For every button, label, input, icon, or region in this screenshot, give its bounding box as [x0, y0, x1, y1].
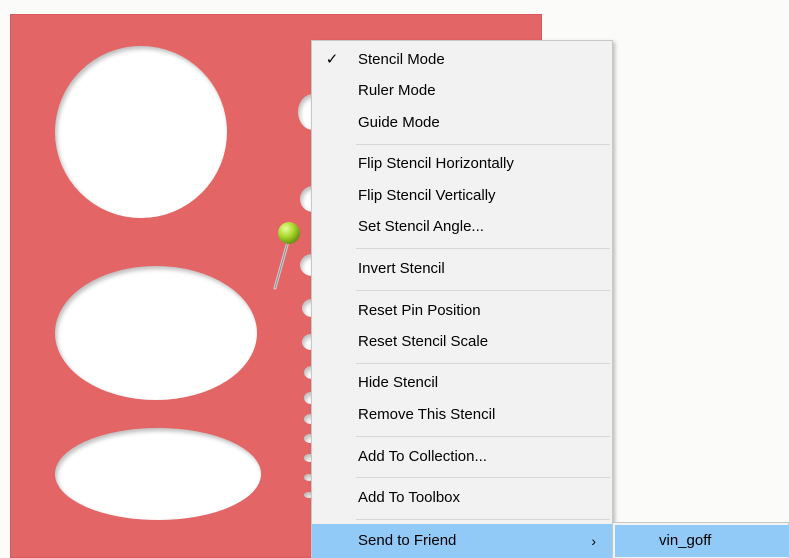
menu-separator: [356, 477, 610, 478]
menu-item-hide-stencil[interactable]: Hide Stencil: [312, 368, 612, 398]
menu-item-label: Invert Stencil: [358, 260, 445, 277]
menu-item-label: Add To Toolbox: [358, 489, 461, 506]
checkmark-icon: ✓: [325, 51, 339, 68]
menu-item-guide-mode[interactable]: Guide Mode: [312, 108, 612, 138]
submenu-item-label: vin_goff: [659, 532, 712, 549]
menu-item-label: Guide Mode: [358, 114, 440, 131]
send-to-friend-submenu: vin_goff: [612, 522, 789, 558]
menu-item-label: Reset Stencil Scale: [358, 333, 489, 350]
menu-item-label: Set Stencil Angle...: [358, 218, 484, 235]
menu-item-label: Add To Collection...: [358, 448, 487, 465]
menu-item-add-to-toolbox[interactable]: Add To Toolbox: [312, 483, 612, 513]
menu-separator: [356, 363, 610, 364]
menu-item-label: Stencil Mode: [358, 51, 445, 68]
context-menu: ✓ Stencil Mode Ruler Mode Guide Mode Fli…: [311, 40, 613, 558]
menu-item-ruler-mode[interactable]: Ruler Mode: [312, 76, 612, 106]
menu-item-label: Remove This Stencil: [358, 406, 496, 423]
menu-item-set-angle[interactable]: Set Stencil Angle...: [312, 212, 612, 242]
pin-icon[interactable]: [268, 218, 308, 292]
menu-separator: [356, 436, 610, 437]
menu-item-reset-scale[interactable]: Reset Stencil Scale: [312, 327, 612, 357]
menu-separator: [356, 248, 610, 249]
stencil-circle-hole: [55, 46, 227, 218]
submenu-item-friend[interactable]: vin_goff: [615, 525, 789, 557]
menu-item-label: Send to Friend: [358, 532, 457, 549]
menu-separator: [356, 519, 610, 520]
menu-item-label: Hide Stencil: [358, 374, 439, 391]
menu-item-invert-stencil[interactable]: Invert Stencil: [312, 254, 612, 284]
menu-item-reset-pin[interactable]: Reset Pin Position: [312, 296, 612, 326]
menu-item-label: Ruler Mode: [358, 82, 436, 99]
chevron-right-icon: ›: [591, 533, 596, 549]
menu-item-send-to-friend[interactable]: Send to Friend ›: [312, 524, 612, 558]
stencil-ellipse-hole: [55, 266, 257, 400]
menu-item-label: Reset Pin Position: [358, 302, 481, 319]
menu-item-add-to-collection[interactable]: Add To Collection...: [312, 442, 612, 472]
menu-item-remove-stencil[interactable]: Remove This Stencil: [312, 400, 612, 430]
stencil-ellipse-hole-small: [55, 428, 261, 520]
menu-separator: [356, 290, 610, 291]
menu-item-flip-horizontal[interactable]: Flip Stencil Horizontally: [312, 149, 612, 179]
menu-item-stencil-mode[interactable]: ✓ Stencil Mode: [312, 45, 612, 75]
menu-item-label: Flip Stencil Vertically: [358, 187, 496, 204]
menu-item-label: Flip Stencil Horizontally: [358, 155, 514, 172]
menu-item-flip-vertical[interactable]: Flip Stencil Vertically: [312, 181, 612, 211]
menu-separator: [356, 144, 610, 145]
